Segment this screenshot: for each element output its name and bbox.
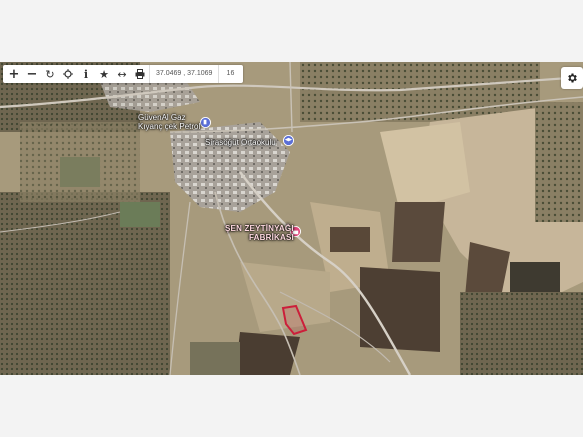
fuel-pin-icon[interactable] [200, 117, 211, 128]
refresh-button[interactable]: ↻ [41, 65, 59, 83]
locate-button[interactable] [59, 65, 77, 83]
zoom-in-button[interactable]: + [5, 65, 23, 83]
settings-button[interactable] [561, 67, 583, 89]
ruler-icon: ↔ [117, 67, 127, 81]
map-view[interactable]: GüvenAl Gaz Kıyanç çek Petrol Sirasöğüt … [0, 62, 583, 375]
refresh-icon: ↻ [45, 67, 55, 81]
satellite-imagery[interactable] [0, 62, 583, 375]
map-toolbar: + − ↻ i ★ ↔ 37.0469 , 37.1069 16 [3, 65, 244, 83]
school-pin-icon[interactable] [283, 135, 294, 146]
factory-name-line2: FABRİKASI [249, 233, 294, 242]
school-label: Sirasöğüt Ortaokulu [205, 138, 276, 147]
measure-button[interactable]: ↔ [113, 65, 131, 83]
gas-station-label: GüvenAl Gaz Kıyanç çek Petrol [138, 113, 200, 131]
coordinates-readout: 37.0469 , 37.1069 [149, 65, 220, 83]
zoom-level: 16 [226, 70, 235, 77]
print-button[interactable] [131, 65, 149, 83]
gear-icon [568, 73, 577, 83]
minus-icon: − [26, 66, 38, 82]
factory-label: ŞEN ZEYTİNYAĞI FABRİKASI [225, 224, 294, 242]
gas-station-subname: Kıyanç çek Petrol [138, 122, 201, 131]
star-icon: ★ [99, 67, 109, 81]
crosshair-icon [63, 69, 73, 79]
info-button[interactable]: i [77, 65, 95, 83]
gas-station-name: GüvenAl Gaz [138, 113, 186, 122]
plus-icon: + [8, 66, 20, 82]
favorite-button[interactable]: ★ [95, 65, 113, 83]
zoom-out-button[interactable]: − [23, 65, 41, 83]
info-icon: i [83, 67, 89, 81]
factory-name-line1: ŞEN ZEYTİNYAĞI [225, 224, 294, 233]
printer-icon [135, 69, 145, 79]
